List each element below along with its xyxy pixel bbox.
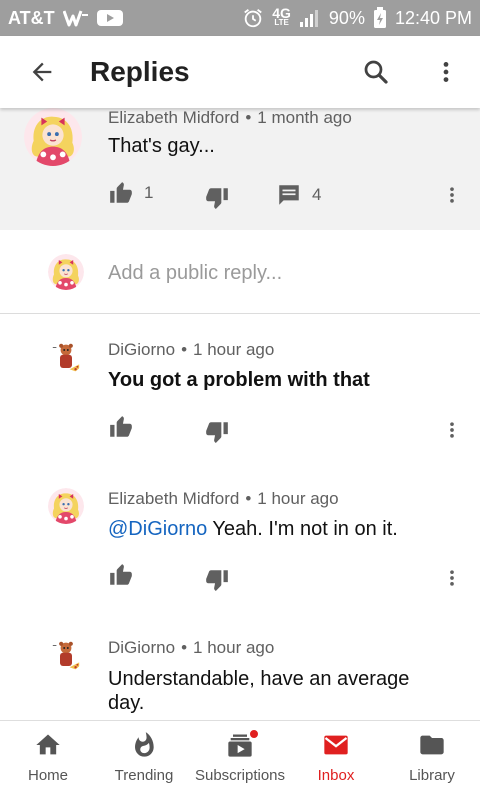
elizabeth-avatar-icon	[48, 488, 84, 524]
like-count: 1	[144, 183, 154, 202]
folder-icon	[420, 735, 444, 755]
more-vert-icon	[450, 570, 454, 586]
battery-percent: 90%	[328, 7, 365, 28]
comment-text: That's gay...	[108, 135, 215, 157]
reply-text-line: Understandable, have an average	[108, 668, 410, 690]
thumb-up-icon	[110, 416, 132, 437]
clock: 12:40 PM	[394, 7, 472, 28]
comment-age: 1 month ago	[257, 108, 352, 127]
reply-author[interactable]: DiGiorno	[108, 340, 175, 359]
more-vert-icon	[450, 422, 454, 438]
nav-label: Trending	[114, 767, 174, 784]
youtube-icon	[96, 9, 123, 27]
thumb-down-icon	[206, 422, 228, 443]
comment-author[interactable]: Elizabeth Midford	[108, 108, 239, 127]
network-sub-label: LTE	[274, 18, 289, 27]
thumb-up-icon	[110, 182, 132, 203]
elizabeth-avatar-icon	[24, 108, 82, 166]
reply-author[interactable]: DiGiorno	[108, 638, 175, 657]
home-icon	[36, 734, 60, 755]
nav-trending[interactable]: Trending	[96, 721, 192, 792]
reply-text: Understandable, have an average day.	[108, 667, 409, 715]
parent-comment: Elizabeth Midford • 1 month ago That's gay…	[0, 108, 480, 230]
thumb-down-icon	[206, 188, 228, 209]
more-vert-icon	[450, 187, 454, 203]
dislike-button[interactable]	[204, 185, 230, 211]
bottom-nav: Home Trending Subscriptions Inbox Librar…	[0, 720, 480, 792]
reply-text: Yeah. I'm not in on it.	[212, 518, 398, 540]
reply-count: 4	[312, 185, 322, 204]
avatar[interactable]	[24, 108, 82, 166]
reply-age: 1 hour ago	[257, 489, 339, 508]
signal-icon	[299, 8, 321, 28]
search-icon	[364, 60, 388, 84]
digiorno-avatar-icon	[48, 338, 84, 374]
notification-dot	[248, 728, 260, 740]
meta-separator: •	[245, 489, 252, 508]
reply-author[interactable]: Elizabeth Midford	[108, 489, 239, 508]
reply-count-button[interactable]: 4	[276, 182, 321, 208]
more-vert-icon	[443, 62, 449, 82]
dislike-button[interactable]	[204, 419, 230, 445]
network-type-label: 4G	[272, 5, 291, 21]
dislike-button[interactable]	[204, 567, 230, 593]
page-title: Replies	[90, 56, 190, 87]
reply-input[interactable]: Add a public reply...	[108, 262, 282, 285]
reply-more-button[interactable]	[442, 563, 462, 593]
arrow-back-icon	[32, 62, 52, 82]
avatar[interactable]	[48, 636, 84, 672]
reply-age: 1 hour ago	[193, 638, 275, 657]
nav-label: Library	[409, 767, 455, 784]
status-bar: AT&T 4G LTE 90% 12:40 PM	[0, 0, 480, 36]
carrier-label: AT&T	[8, 7, 55, 28]
reply-more-button[interactable]	[442, 415, 462, 445]
nav-label: Home	[27, 767, 68, 784]
avatar[interactable]	[48, 488, 84, 524]
nav-inbox[interactable]: Inbox	[288, 721, 384, 792]
comment-more-button[interactable]	[442, 180, 462, 210]
search-button[interactable]	[352, 48, 400, 96]
back-button[interactable]	[20, 50, 64, 94]
nav-library[interactable]: Library	[384, 721, 480, 792]
reply-input-row[interactable]: Add a public reply...	[0, 230, 480, 314]
avatar	[48, 254, 84, 290]
comment-icon	[279, 185, 299, 205]
mail-icon	[324, 735, 348, 755]
reply-meta: DiGiorno • 1 hour ago	[108, 340, 274, 360]
nav-label: Subscriptions	[194, 767, 286, 784]
nav-home[interactable]: Home	[0, 721, 96, 792]
reply-meta: Elizabeth Midford • 1 hour ago	[108, 489, 339, 509]
nav-label: Inbox	[317, 767, 355, 784]
app-bar: Replies	[0, 36, 480, 108]
elizabeth-avatar-icon	[48, 254, 84, 290]
comment-meta: Elizabeth Midford • 1 month ago	[108, 108, 352, 128]
reply-age: 1 hour ago	[193, 340, 275, 359]
thumb-up-icon	[110, 564, 132, 585]
meta-separator: •	[181, 638, 188, 657]
w-app-icon	[62, 9, 89, 27]
reply-text-row: @DiGiorno Yeah. I'm not in on it.	[108, 518, 398, 541]
network-type-icon: 4G LTE	[272, 5, 291, 27]
meta-separator: •	[245, 108, 252, 127]
meta-separator: •	[181, 340, 188, 359]
alarm-icon	[242, 7, 264, 29]
avatar[interactable]	[48, 338, 84, 374]
digiorno-avatar-icon	[48, 636, 84, 672]
like-button[interactable]	[108, 414, 134, 440]
reply-text-line: day.	[108, 692, 145, 714]
like-button[interactable]: 1	[108, 180, 153, 206]
more-options-button[interactable]	[422, 48, 470, 96]
like-button[interactable]	[108, 562, 134, 588]
flame-icon	[135, 732, 154, 757]
battery-icon	[373, 7, 387, 29]
thumb-down-icon	[206, 570, 228, 591]
mention-link[interactable]: @DiGiorno	[108, 518, 207, 540]
reply-text: You got a problem with that	[108, 369, 370, 391]
nav-subscriptions[interactable]: Subscriptions	[192, 721, 288, 792]
reply-meta: DiGiorno • 1 hour ago	[108, 638, 274, 658]
